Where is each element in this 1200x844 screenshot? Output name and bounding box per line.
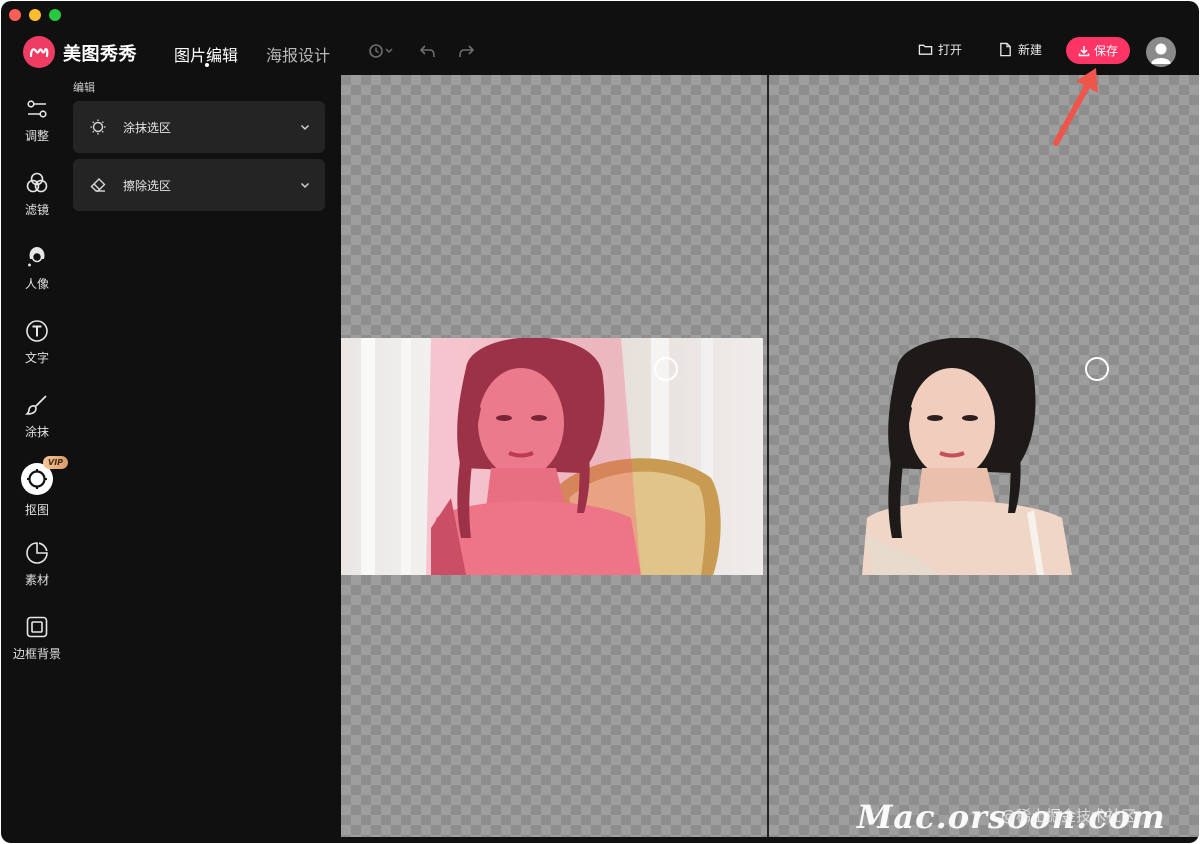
folder-icon: [918, 44, 933, 55]
new-label: 新建: [1018, 43, 1043, 57]
cutout-icon: VIP: [21, 456, 69, 495]
cutout-result-photo: [772, 338, 1194, 575]
minimize-window-button[interactable]: [29, 9, 41, 21]
sidebar-item-brush[interactable]: 涂抹: [5, 393, 69, 440]
sidebar-item-portrait[interactable]: 人像: [5, 245, 69, 292]
app-title: 美图秀秀: [63, 44, 137, 65]
active-tab-indicator: [205, 63, 209, 67]
sidebar-item-label: 涂抹: [24, 425, 49, 439]
history-icon: [369, 44, 393, 58]
sidebar-item-label: 抠图: [24, 503, 49, 517]
brush-select-label: 涂抹选区: [123, 120, 172, 135]
download-icon: [1078, 45, 1090, 56]
tab-poster-design[interactable]: 海报设计: [266, 42, 330, 66]
sticker-icon: [26, 542, 48, 564]
brush-cursor-ring: [1085, 357, 1109, 381]
sidebar-item-cutout[interactable]: VIP 抠图: [5, 456, 69, 518]
redo-button[interactable]: [452, 41, 480, 61]
community-watermark: @稀土掘金技术社区: [1001, 807, 1137, 825]
undo-button[interactable]: [414, 41, 442, 61]
save-label: 保存: [1093, 44, 1118, 58]
sliders-icon: [27, 100, 47, 118]
sidebar-item-frame[interactable]: 边框背景: [5, 615, 69, 662]
redo-icon: [459, 45, 475, 58]
sidebar-item-label: 滤镜: [24, 203, 49, 217]
meitu-logo-icon: [23, 36, 55, 68]
app-window: 美图秀秀 图片编辑 海报设计 打开 新建 保存 调整 滤镜 人像 文字 涂抹 V…: [1, 1, 1199, 843]
sidebar-item-text[interactable]: 文字: [5, 319, 69, 366]
sidebar-item-sticker[interactable]: 素材: [5, 541, 69, 588]
user-icon: [1151, 43, 1171, 64]
window-controls: [9, 9, 61, 21]
sidebar-item-label: 人像: [24, 277, 49, 291]
close-window-button[interactable]: [9, 9, 21, 21]
open-button[interactable]: 打开: [918, 41, 962, 58]
text-icon: [26, 320, 48, 342]
brush-icon: [25, 395, 47, 415]
portrait-icon: [28, 247, 45, 267]
chevron-down-icon: [300, 124, 310, 131]
save-button[interactable]: 保存: [1066, 37, 1130, 64]
original-photo: [341, 338, 763, 575]
editor-canvas[interactable]: [341, 75, 1199, 843]
history-button[interactable]: [365, 41, 399, 61]
chevron-down-icon: [300, 182, 310, 189]
brush-select-icon: [90, 119, 106, 135]
vip-badge: VIP: [43, 456, 69, 469]
sidebar-item-filter[interactable]: 滤镜: [5, 171, 69, 218]
sidebar-item-label: 文字: [24, 351, 49, 365]
open-label: 打开: [938, 43, 963, 57]
maximize-window-button[interactable]: [49, 9, 61, 21]
eraser-icon: [90, 178, 106, 192]
panel-heading: 编辑: [73, 81, 95, 94]
undo-icon: [419, 45, 435, 58]
brush-cursor-ring: [654, 357, 678, 381]
sidebar-item-adjust[interactable]: 调整: [5, 97, 69, 144]
avatar[interactable]: [1146, 37, 1176, 67]
new-button[interactable]: 新建: [998, 41, 1042, 58]
frame-icon: [26, 616, 48, 638]
filter-circles-icon: [26, 172, 48, 193]
sidebar-item-label: 素材: [24, 573, 49, 587]
erase-select-row[interactable]: 擦除选区: [73, 159, 325, 211]
new-file-icon: [1000, 42, 1011, 57]
sidebar-item-label: 调整: [24, 129, 49, 143]
brush-select-row[interactable]: 涂抹选区: [73, 101, 325, 153]
erase-select-label: 擦除选区: [123, 178, 172, 193]
sidebar-item-label: 边框背景: [12, 647, 61, 661]
